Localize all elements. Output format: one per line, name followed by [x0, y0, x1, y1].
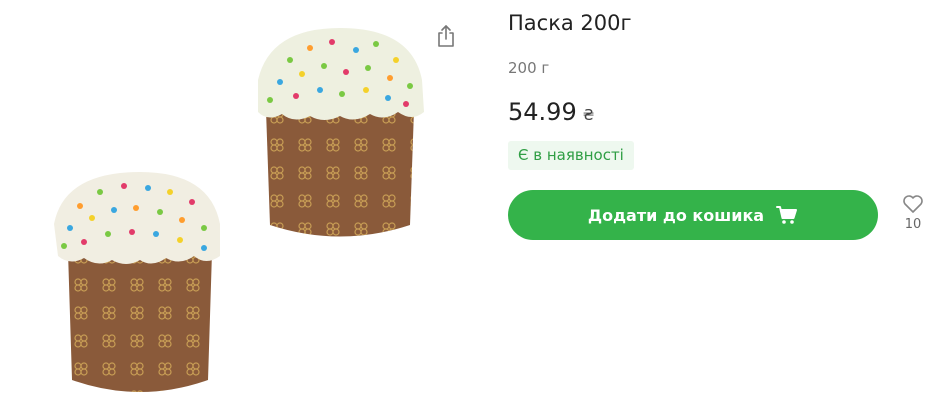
product-info: Паска 200г 200 г 54.99 ₴ Є в наявності Д… — [508, 0, 943, 413]
add-to-cart-button[interactable]: Додати до кошика — [508, 190, 878, 240]
share-button[interactable] — [432, 22, 460, 50]
heart-icon — [903, 195, 923, 213]
price-value: 54.99 — [508, 98, 577, 126]
availability-badge: Є в наявності — [508, 141, 634, 170]
product-weight: 200 г — [508, 59, 550, 77]
product-price: 54.99 ₴ — [508, 98, 594, 126]
favorites-count: 10 — [904, 217, 922, 232]
price-currency: ₴ — [582, 106, 595, 124]
product-title: Паска 200г — [508, 11, 632, 35]
product-gallery — [0, 0, 480, 413]
add-to-cart-label: Додати до кошика — [587, 205, 765, 225]
share-icon — [438, 25, 454, 47]
product-image — [54, 28, 424, 392]
favorite-button[interactable]: 10 — [900, 194, 926, 232]
cart-icon — [776, 206, 798, 224]
